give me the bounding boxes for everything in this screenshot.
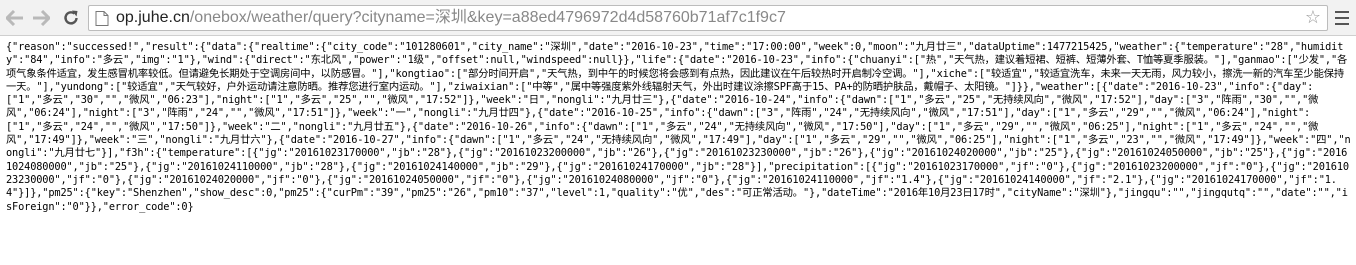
reload-icon <box>64 10 78 25</box>
arrow-right-icon <box>33 10 50 26</box>
url-path: /onebox/weather/query?cityname=深圳&key=a8… <box>189 9 786 26</box>
page-icon <box>95 11 109 26</box>
forward-button[interactable] <box>28 5 54 31</box>
browser-toolbar: op.juhe.cn/onebox/weather/query?cityname… <box>0 0 1356 36</box>
reload-button[interactable] <box>58 5 84 31</box>
url-text[interactable]: op.juhe.cn/onebox/weather/query?cityname… <box>116 9 786 27</box>
address-bar[interactable]: op.juhe.cn/onebox/weather/query?cityname… <box>88 5 1328 31</box>
star-icon[interactable]: ☆ <box>1305 8 1321 28</box>
hamburger-menu-icon[interactable] <box>1332 7 1352 29</box>
arrow-left-icon <box>6 10 23 26</box>
url-host: op.juhe.cn <box>116 9 190 26</box>
json-response-text: {"reason":"successed!","result":{"data":… <box>6 41 1351 213</box>
back-button[interactable] <box>2 5 28 31</box>
